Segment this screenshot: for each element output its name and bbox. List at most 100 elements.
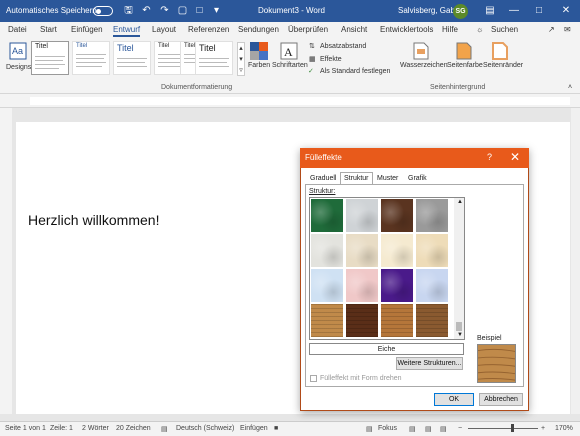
designs-icon[interactable]: Aa [9,42,27,60]
zoom-out-icon[interactable]: − [458,425,462,432]
more-textures-button[interactable]: Weitere Strukturen... [396,357,463,370]
texture-swatch-cork[interactable] [311,304,343,337]
texture-swatch-oak[interactable] [381,304,413,337]
tab-muster[interactable]: Muster [374,173,401,184]
tab-layout[interactable]: Layout [152,25,176,34]
status-line[interactable]: Zeile: 1 [50,425,73,432]
texture-grid[interactable] [309,197,465,340]
texture-swatch-pink-tissue[interactable] [346,269,378,302]
vertical-scrollbar[interactable] [571,108,580,414]
user-name[interactable]: Salvisberg, Gaby [398,6,459,15]
tab-einfuegen[interactable]: Einfügen [71,25,103,34]
watermark-label[interactable]: Wasserzeichen [400,62,448,69]
tab-datei[interactable]: Datei [8,25,27,34]
redo-icon[interactable]: ↷ [158,4,171,17]
texture-swatch-medium-wood[interactable] [416,304,448,337]
tab-start[interactable]: Start [40,25,57,34]
page-color-icon[interactable] [456,42,472,60]
texture-swatch-purple-mesh[interactable] [381,269,413,302]
maximize-icon[interactable]: □ [527,0,551,22]
focus-label[interactable]: Fokus [378,425,397,432]
tab-entwicklertools[interactable]: Entwicklertools [380,25,433,34]
fonts-icon[interactable]: A [280,42,298,60]
status-language[interactable]: Deutsch (Schweiz) [176,425,234,432]
texture-swatch-cream[interactable] [381,234,413,267]
texture-swatch-walnut[interactable] [346,304,378,337]
tab-hilfe[interactable]: Hilfe [442,25,458,34]
designs-label[interactable]: Designs [6,64,31,71]
close-window-icon[interactable]: ✕ [554,0,578,22]
tab-sendungen[interactable]: Sendungen [238,25,279,34]
texture-swatch-blue-tissue[interactable] [311,269,343,302]
tab-ueberpruefen[interactable]: Überprüfen [288,25,328,34]
help-icon[interactable]: ? [487,152,492,162]
scroll-up-icon[interactable]: ▲ [457,199,463,205]
style-set-2[interactable]: Titel [72,41,110,75]
proofing-icon[interactable]: ▤ [161,425,168,433]
autosave-toggle[interactable] [93,6,113,16]
set-default-icon[interactable]: ✓ [308,67,314,75]
texture-swatch-granite[interactable] [416,199,448,232]
zoom-in-icon[interactable]: + [541,425,545,432]
texture-scrollbar[interactable] [454,198,464,339]
zoom-slider[interactable] [468,428,538,429]
new-document-icon[interactable]: ▢ [176,4,189,17]
zoom-slider-knob[interactable] [511,424,514,432]
rotate-with-shape-checkbox[interactable] [310,375,317,382]
tab-grafik[interactable]: Grafik [405,173,430,184]
ok-button[interactable]: OK [434,393,474,406]
scroll-down-icon[interactable]: ▼ [457,332,463,338]
scrollbar-thumb[interactable] [456,322,462,331]
macro-record-icon[interactable]: ■ [274,425,278,432]
tab-ansicht[interactable]: Ansicht [341,25,367,34]
set-default-label[interactable]: Als Standard festlegen [320,68,390,75]
print-layout-icon[interactable]: ▤ [425,425,432,433]
status-words[interactable]: 2 Wörter [82,425,109,432]
paragraph-spacing-icon[interactable]: ⇅ [309,42,315,50]
search-label[interactable]: Suchen [491,25,518,34]
effects-label[interactable]: Effekte [320,56,342,63]
undo-icon[interactable]: ↶ [140,4,153,17]
paragraph-spacing-label[interactable]: Absatzabstand [320,43,366,50]
minimize-icon[interactable]: — [502,0,526,22]
tab-graduell[interactable]: Graduell [307,173,339,184]
close-icon[interactable]: ✕ [510,150,520,164]
texture-swatch-green-marble[interactable] [311,199,343,232]
colors-icon[interactable] [250,42,268,60]
comments-icon[interactable]: ✉ [564,25,571,34]
texture-swatch-parchment-gray[interactable] [311,234,343,267]
zoom-level[interactable]: 170% [555,425,573,432]
texture-swatch-sand[interactable] [346,234,378,267]
effects-icon[interactable]: ▦ [309,55,316,63]
gallery-scroll[interactable]: ▴ ▾ ▿ [237,42,245,76]
texture-swatch-white-marble[interactable] [346,199,378,232]
status-insert-mode[interactable]: Einfügen [240,425,268,432]
customize-qat-icon[interactable]: ▾ [210,4,223,17]
open-icon[interactable]: □ [193,4,206,17]
status-page[interactable]: Seite 1 von 1 [5,425,46,432]
save-icon[interactable]: 🖫 [122,4,135,17]
texture-swatch-bouquet[interactable] [416,269,448,302]
focus-icon[interactable]: ▤ [366,425,373,433]
ribbon-display-options-icon[interactable]: ▤ [478,0,502,22]
tab-referenzen[interactable]: Referenzen [188,25,229,34]
page-borders-icon[interactable] [492,42,508,60]
collapse-ribbon-icon[interactable]: ˄ [568,84,572,91]
read-mode-icon[interactable]: ▤ [409,425,416,433]
tab-entwurf[interactable]: Entwurf [113,25,141,37]
fonts-label[interactable]: Schriftarten [272,62,308,69]
cancel-button[interactable]: Abbrechen [479,393,523,406]
ruler-track[interactable] [30,97,570,105]
avatar[interactable]: SG [453,4,468,19]
page-color-label[interactable]: Seitenfarbe [447,62,483,69]
watermark-icon[interactable] [413,42,429,60]
style-set-3[interactable]: Titel [113,41,151,75]
colors-label[interactable]: Farben [248,62,270,69]
texture-swatch-brown-marble[interactable] [381,199,413,232]
document-heading[interactable]: Herzlich willkommen! [28,212,159,228]
style-set-1[interactable]: Titel [31,41,69,75]
share-icon[interactable]: ↗ [548,25,555,34]
page-borders-label[interactable]: Seitenränder [483,62,523,69]
texture-swatch-stationery[interactable] [416,234,448,267]
web-layout-icon[interactable]: ▤ [440,425,447,433]
